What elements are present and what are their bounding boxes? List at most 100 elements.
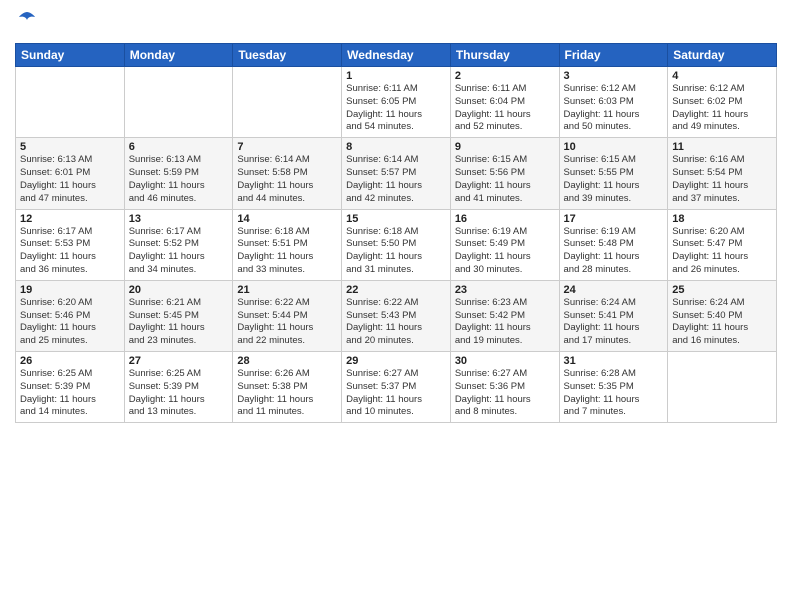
weekday-header: Monday <box>124 44 233 67</box>
day-info: Sunrise: 6:20 AM Sunset: 5:46 PM Dayligh… <box>20 297 120 348</box>
day-info: Sunrise: 6:24 AM Sunset: 5:41 PM Dayligh… <box>564 297 664 348</box>
day-number: 1 <box>346 70 446 82</box>
calendar-cell: 10Sunrise: 6:15 AM Sunset: 5:55 PM Dayli… <box>559 138 668 209</box>
day-number: 14 <box>237 213 337 225</box>
day-number: 17 <box>564 213 664 225</box>
day-info: Sunrise: 6:25 AM Sunset: 5:39 PM Dayligh… <box>129 368 229 419</box>
day-number: 9 <box>455 141 555 153</box>
calendar-cell <box>233 67 342 138</box>
day-info: Sunrise: 6:23 AM Sunset: 5:42 PM Dayligh… <box>455 297 555 348</box>
day-info: Sunrise: 6:16 AM Sunset: 5:54 PM Dayligh… <box>672 154 772 205</box>
day-info: Sunrise: 6:19 AM Sunset: 5:49 PM Dayligh… <box>455 226 555 277</box>
day-info: Sunrise: 6:20 AM Sunset: 5:47 PM Dayligh… <box>672 226 772 277</box>
day-number: 13 <box>129 213 229 225</box>
day-number: 4 <box>672 70 772 82</box>
calendar-cell: 26Sunrise: 6:25 AM Sunset: 5:39 PM Dayli… <box>16 352 125 423</box>
calendar-header: SundayMondayTuesdayWednesdayThursdayFrid… <box>16 44 777 67</box>
day-info: Sunrise: 6:27 AM Sunset: 5:36 PM Dayligh… <box>455 368 555 419</box>
day-number: 30 <box>455 355 555 367</box>
weekday-row: SundayMondayTuesdayWednesdayThursdayFrid… <box>16 44 777 67</box>
calendar-cell <box>668 352 777 423</box>
calendar-cell: 3Sunrise: 6:12 AM Sunset: 6:03 PM Daylig… <box>559 67 668 138</box>
calendar-cell: 25Sunrise: 6:24 AM Sunset: 5:40 PM Dayli… <box>668 280 777 351</box>
day-number: 18 <box>672 213 772 225</box>
day-number: 29 <box>346 355 446 367</box>
weekday-header: Tuesday <box>233 44 342 67</box>
day-info: Sunrise: 6:17 AM Sunset: 5:53 PM Dayligh… <box>20 226 120 277</box>
day-info: Sunrise: 6:26 AM Sunset: 5:38 PM Dayligh… <box>237 368 337 419</box>
day-number: 24 <box>564 284 664 296</box>
calendar-cell: 28Sunrise: 6:26 AM Sunset: 5:38 PM Dayli… <box>233 352 342 423</box>
day-info: Sunrise: 6:13 AM Sunset: 5:59 PM Dayligh… <box>129 154 229 205</box>
day-info: Sunrise: 6:21 AM Sunset: 5:45 PM Dayligh… <box>129 297 229 348</box>
calendar-cell: 11Sunrise: 6:16 AM Sunset: 5:54 PM Dayli… <box>668 138 777 209</box>
calendar-cell: 29Sunrise: 6:27 AM Sunset: 5:37 PM Dayli… <box>342 352 451 423</box>
page: SundayMondayTuesdayWednesdayThursdayFrid… <box>0 0 792 612</box>
day-info: Sunrise: 6:11 AM Sunset: 6:04 PM Dayligh… <box>455 83 555 134</box>
day-number: 28 <box>237 355 337 367</box>
calendar-cell: 4Sunrise: 6:12 AM Sunset: 6:02 PM Daylig… <box>668 67 777 138</box>
day-number: 19 <box>20 284 120 296</box>
calendar-cell: 17Sunrise: 6:19 AM Sunset: 5:48 PM Dayli… <box>559 209 668 280</box>
calendar-cell: 31Sunrise: 6:28 AM Sunset: 5:35 PM Dayli… <box>559 352 668 423</box>
day-info: Sunrise: 6:18 AM Sunset: 5:51 PM Dayligh… <box>237 226 337 277</box>
day-number: 10 <box>564 141 664 153</box>
day-number: 26 <box>20 355 120 367</box>
calendar-cell: 20Sunrise: 6:21 AM Sunset: 5:45 PM Dayli… <box>124 280 233 351</box>
calendar-cell: 2Sunrise: 6:11 AM Sunset: 6:04 PM Daylig… <box>450 67 559 138</box>
calendar-cell: 1Sunrise: 6:11 AM Sunset: 6:05 PM Daylig… <box>342 67 451 138</box>
calendar-cell: 21Sunrise: 6:22 AM Sunset: 5:44 PM Dayli… <box>233 280 342 351</box>
day-number: 27 <box>129 355 229 367</box>
calendar-cell: 15Sunrise: 6:18 AM Sunset: 5:50 PM Dayli… <box>342 209 451 280</box>
day-info: Sunrise: 6:24 AM Sunset: 5:40 PM Dayligh… <box>672 297 772 348</box>
day-number: 2 <box>455 70 555 82</box>
calendar-cell: 27Sunrise: 6:25 AM Sunset: 5:39 PM Dayli… <box>124 352 233 423</box>
calendar-cell: 5Sunrise: 6:13 AM Sunset: 6:01 PM Daylig… <box>16 138 125 209</box>
day-info: Sunrise: 6:14 AM Sunset: 5:57 PM Dayligh… <box>346 154 446 205</box>
calendar-cell: 7Sunrise: 6:14 AM Sunset: 5:58 PM Daylig… <box>233 138 342 209</box>
calendar-week-row: 19Sunrise: 6:20 AM Sunset: 5:46 PM Dayli… <box>16 280 777 351</box>
day-info: Sunrise: 6:12 AM Sunset: 6:02 PM Dayligh… <box>672 83 772 134</box>
calendar-cell: 24Sunrise: 6:24 AM Sunset: 5:41 PM Dayli… <box>559 280 668 351</box>
day-info: Sunrise: 6:28 AM Sunset: 5:35 PM Dayligh… <box>564 368 664 419</box>
calendar-cell: 13Sunrise: 6:17 AM Sunset: 5:52 PM Dayli… <box>124 209 233 280</box>
day-number: 25 <box>672 284 772 296</box>
day-number: 7 <box>237 141 337 153</box>
weekday-header: Sunday <box>16 44 125 67</box>
day-info: Sunrise: 6:13 AM Sunset: 6:01 PM Dayligh… <box>20 154 120 205</box>
day-info: Sunrise: 6:27 AM Sunset: 5:37 PM Dayligh… <box>346 368 446 419</box>
calendar-week-row: 1Sunrise: 6:11 AM Sunset: 6:05 PM Daylig… <box>16 67 777 138</box>
calendar-week-row: 5Sunrise: 6:13 AM Sunset: 6:01 PM Daylig… <box>16 138 777 209</box>
logo <box>15 10 37 35</box>
calendar-cell: 8Sunrise: 6:14 AM Sunset: 5:57 PM Daylig… <box>342 138 451 209</box>
day-number: 6 <box>129 141 229 153</box>
day-info: Sunrise: 6:18 AM Sunset: 5:50 PM Dayligh… <box>346 226 446 277</box>
calendar-week-row: 12Sunrise: 6:17 AM Sunset: 5:53 PM Dayli… <box>16 209 777 280</box>
calendar-cell: 6Sunrise: 6:13 AM Sunset: 5:59 PM Daylig… <box>124 138 233 209</box>
calendar-cell <box>124 67 233 138</box>
calendar-week-row: 26 Sunrise: 6:25 AM Sunset: 5:39 PM Dayli… <box>16 352 777 423</box>
day-number: 15 <box>346 213 446 225</box>
calendar-cell: 22Sunrise: 6:22 AM Sunset: 5:43 PM Dayli… <box>342 280 451 351</box>
calendar-cell: 19Sunrise: 6:20 AM Sunset: 5:46 PM Dayli… <box>16 280 125 351</box>
day-info: Sunrise: 6:19 AM Sunset: 5:48 PM Dayligh… <box>564 226 664 277</box>
calendar-cell: 18Sunrise: 6:20 AM Sunset: 5:47 PM Dayli… <box>668 209 777 280</box>
day-number: 21 <box>237 284 337 296</box>
calendar-cell: 16Sunrise: 6:19 AM Sunset: 5:49 PM Dayli… <box>450 209 559 280</box>
day-number: 23 <box>455 284 555 296</box>
day-info: Sunrise: 6:12 AM Sunset: 6:03 PM Dayligh… <box>564 83 664 134</box>
calendar-cell <box>16 67 125 138</box>
day-number: 5 <box>20 141 120 153</box>
day-info: Sunrise: 6:15 AM Sunset: 5:56 PM Dayligh… <box>455 154 555 205</box>
header <box>15 10 777 35</box>
day-number: 12 <box>20 213 120 225</box>
calendar-body: 1Sunrise: 6:11 AM Sunset: 6:05 PM Daylig… <box>16 67 777 423</box>
calendar: SundayMondayTuesdayWednesdayThursdayFrid… <box>15 43 777 423</box>
calendar-cell: 12Sunrise: 6:17 AM Sunset: 5:53 PM Dayli… <box>16 209 125 280</box>
calendar-cell: 14Sunrise: 6:18 AM Sunset: 5:51 PM Dayli… <box>233 209 342 280</box>
day-info: Sunrise: 6:14 AM Sunset: 5:58 PM Dayligh… <box>237 154 337 205</box>
calendar-cell: 23Sunrise: 6:23 AM Sunset: 5:42 PM Dayli… <box>450 280 559 351</box>
day-info: Sunrise: 6:22 AM Sunset: 5:44 PM Dayligh… <box>237 297 337 348</box>
weekday-header: Thursday <box>450 44 559 67</box>
calendar-cell: 9Sunrise: 6:15 AM Sunset: 5:56 PM Daylig… <box>450 138 559 209</box>
